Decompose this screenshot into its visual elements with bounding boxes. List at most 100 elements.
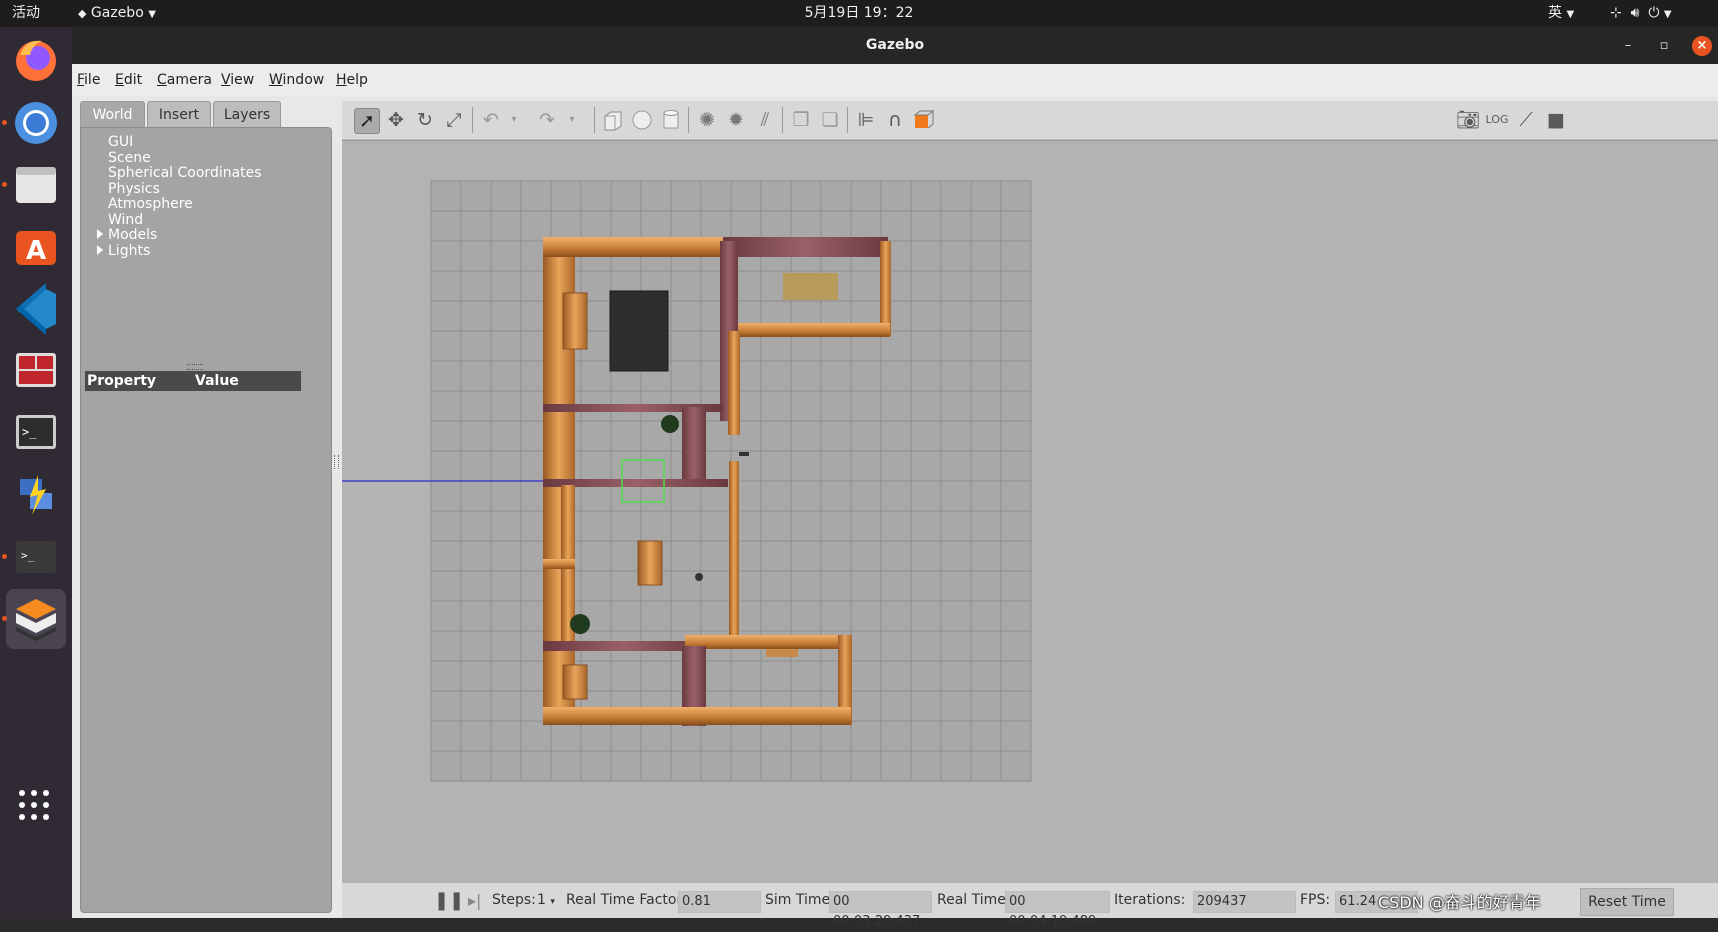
sphere-icon[interactable]	[630, 108, 654, 132]
select-arrow-icon[interactable]: ➚	[354, 108, 380, 134]
tree-item-spherical-coordinates[interactable]: Spherical Coordinates	[108, 165, 262, 181]
shelf-inner	[543, 559, 575, 569]
dock-firefox[interactable]	[6, 31, 66, 91]
splitter-grip[interactable]	[187, 364, 203, 370]
wall-upper-room-bottom	[725, 323, 890, 337]
tree-item-models-label: Models	[108, 227, 158, 243]
property-column-header: Property	[87, 373, 157, 389]
table-dark	[609, 290, 669, 372]
clock[interactable]: 5月19日 19：22	[0, 0, 1718, 27]
real-time-value: 00 00:04:19.489	[1005, 891, 1110, 929]
wall-lower-brick	[543, 641, 703, 651]
system-tray[interactable]: ⊹ 🔊︎ ⏻ ▼	[1610, 0, 1672, 27]
undo-icon[interactable]: ↶	[479, 108, 503, 132]
close-button[interactable]: ×	[1692, 36, 1712, 56]
cabinet-lower	[562, 664, 588, 700]
network-icon: ⊹	[1610, 5, 1622, 21]
wall-divider-wood	[728, 331, 740, 435]
tree-item-physics[interactable]: Physics	[108, 181, 160, 197]
tab-insert[interactable]: Insert	[147, 101, 211, 128]
copy-icon[interactable]: ❐	[789, 108, 813, 132]
screenshot-icon[interactable]: 📷︎	[1456, 108, 1480, 132]
tree-item-scene[interactable]: Scene	[108, 150, 151, 166]
sim-time-label: Sim Time:	[765, 892, 835, 908]
menu-edit[interactable]: Edit	[115, 64, 142, 96]
translate-icon[interactable]: ✥	[384, 108, 408, 132]
dock-terminal[interactable]: >_	[6, 403, 66, 463]
folder-icon	[16, 167, 56, 203]
watermark: CSDN @奋斗的好青年	[1378, 893, 1541, 912]
reset-time-button[interactable]: Reset Time	[1580, 888, 1674, 916]
input-method-button[interactable]: 英 ▼	[1548, 0, 1574, 27]
window-titlebar[interactable]: Gazebo – ▫ ×	[72, 27, 1718, 64]
menu-file[interactable]: File	[77, 64, 100, 96]
property-table-header: Property Value	[85, 371, 301, 391]
snap-icon[interactable]: ∩	[883, 108, 907, 132]
pause-icon[interactable]: ❚❚	[434, 891, 464, 911]
view-angle-icon[interactable]	[912, 108, 936, 132]
wall-top	[543, 237, 723, 257]
align-icon[interactable]: ⊫	[854, 108, 878, 132]
chevron-down-icon: ▼	[1566, 9, 1575, 20]
cylinder-icon[interactable]	[659, 108, 683, 132]
tree-item-gui[interactable]: GUI	[108, 134, 133, 150]
spot-light-icon[interactable]: ✹	[724, 108, 748, 132]
dock-chromium[interactable]	[2, 93, 66, 153]
window-title: Gazebo	[865, 37, 925, 53]
chromium-icon	[15, 102, 57, 144]
menu-help[interactable]: Help	[336, 64, 368, 96]
dock-network-tool[interactable]	[6, 465, 66, 525]
menu-view[interactable]: View	[221, 64, 254, 96]
show-apps-button[interactable]	[18, 789, 50, 821]
record-video-icon[interactable]: ■	[1544, 108, 1568, 132]
terminal-icon: >_	[16, 415, 56, 449]
tab-layers[interactable]: Layers	[213, 101, 281, 128]
left-splitter-handle[interactable]	[334, 455, 339, 469]
dock-vscode[interactable]	[6, 279, 66, 339]
tree-item-atmosphere[interactable]: Atmosphere	[108, 196, 193, 212]
dock-terminal-2[interactable]: >_	[2, 527, 66, 587]
wall-bottom	[543, 707, 851, 725]
scene-viewport[interactable]	[342, 140, 1718, 884]
terminal-icon: >_	[16, 541, 56, 573]
chevron-down-icon: ▼	[148, 9, 156, 20]
redo-icon[interactable]: ↷	[535, 108, 559, 132]
minimize-button[interactable]: –	[1618, 36, 1638, 56]
value-column-header: Value	[195, 373, 239, 389]
chevron-down-icon[interactable]: ▾	[560, 108, 584, 132]
expand-arrow-icon[interactable]	[97, 245, 103, 255]
rug	[783, 273, 838, 300]
dock-software[interactable]: A	[6, 217, 66, 277]
chevron-down-icon[interactable]: ▾	[502, 108, 526, 132]
scale-icon[interactable]: ⤢	[442, 108, 466, 132]
tab-world[interactable]: World	[80, 101, 145, 128]
tree-item-wind[interactable]: Wind	[108, 212, 143, 228]
step-forward-icon[interactable]: ▸|	[468, 891, 481, 911]
dock-gazebo[interactable]	[2, 589, 66, 649]
expand-arrow-icon[interactable]	[97, 229, 103, 239]
menu-window[interactable]: Window	[269, 64, 324, 96]
tree-item-lights[interactable]: Lights	[97, 243, 150, 259]
plot-icon[interactable]: ⟋	[1514, 108, 1538, 132]
box-icon[interactable]	[601, 108, 625, 132]
wall-lower-room-top	[685, 635, 850, 649]
steps-value[interactable]: 1 ▾	[537, 883, 555, 920]
iterations-label: Iterations:	[1114, 892, 1186, 908]
scene-render[interactable]	[342, 141, 1718, 884]
point-light-icon[interactable]: ✺	[695, 108, 719, 132]
menu-camera[interactable]: Camera	[157, 64, 212, 96]
input-method-label: 英	[1548, 5, 1562, 21]
dock-files[interactable]	[2, 155, 66, 215]
small-object	[739, 452, 749, 456]
tree-item-models[interactable]: Models	[97, 227, 158, 243]
paste-icon[interactable]: ❏	[818, 108, 842, 132]
app-menu-button[interactable]: ◆ Gazebo ▼	[78, 0, 156, 27]
log-icon[interactable]: LOG	[1485, 108, 1509, 132]
maximize-button[interactable]: ▫	[1654, 36, 1674, 56]
directional-light-icon[interactable]: ⫽	[753, 108, 777, 132]
dock-terminator[interactable]	[6, 341, 66, 401]
activities-button[interactable]: 活动	[12, 0, 40, 27]
dock: A >_ >_	[0, 27, 72, 918]
plant-lower	[570, 614, 590, 634]
rotate-icon[interactable]: ↻	[413, 108, 437, 132]
